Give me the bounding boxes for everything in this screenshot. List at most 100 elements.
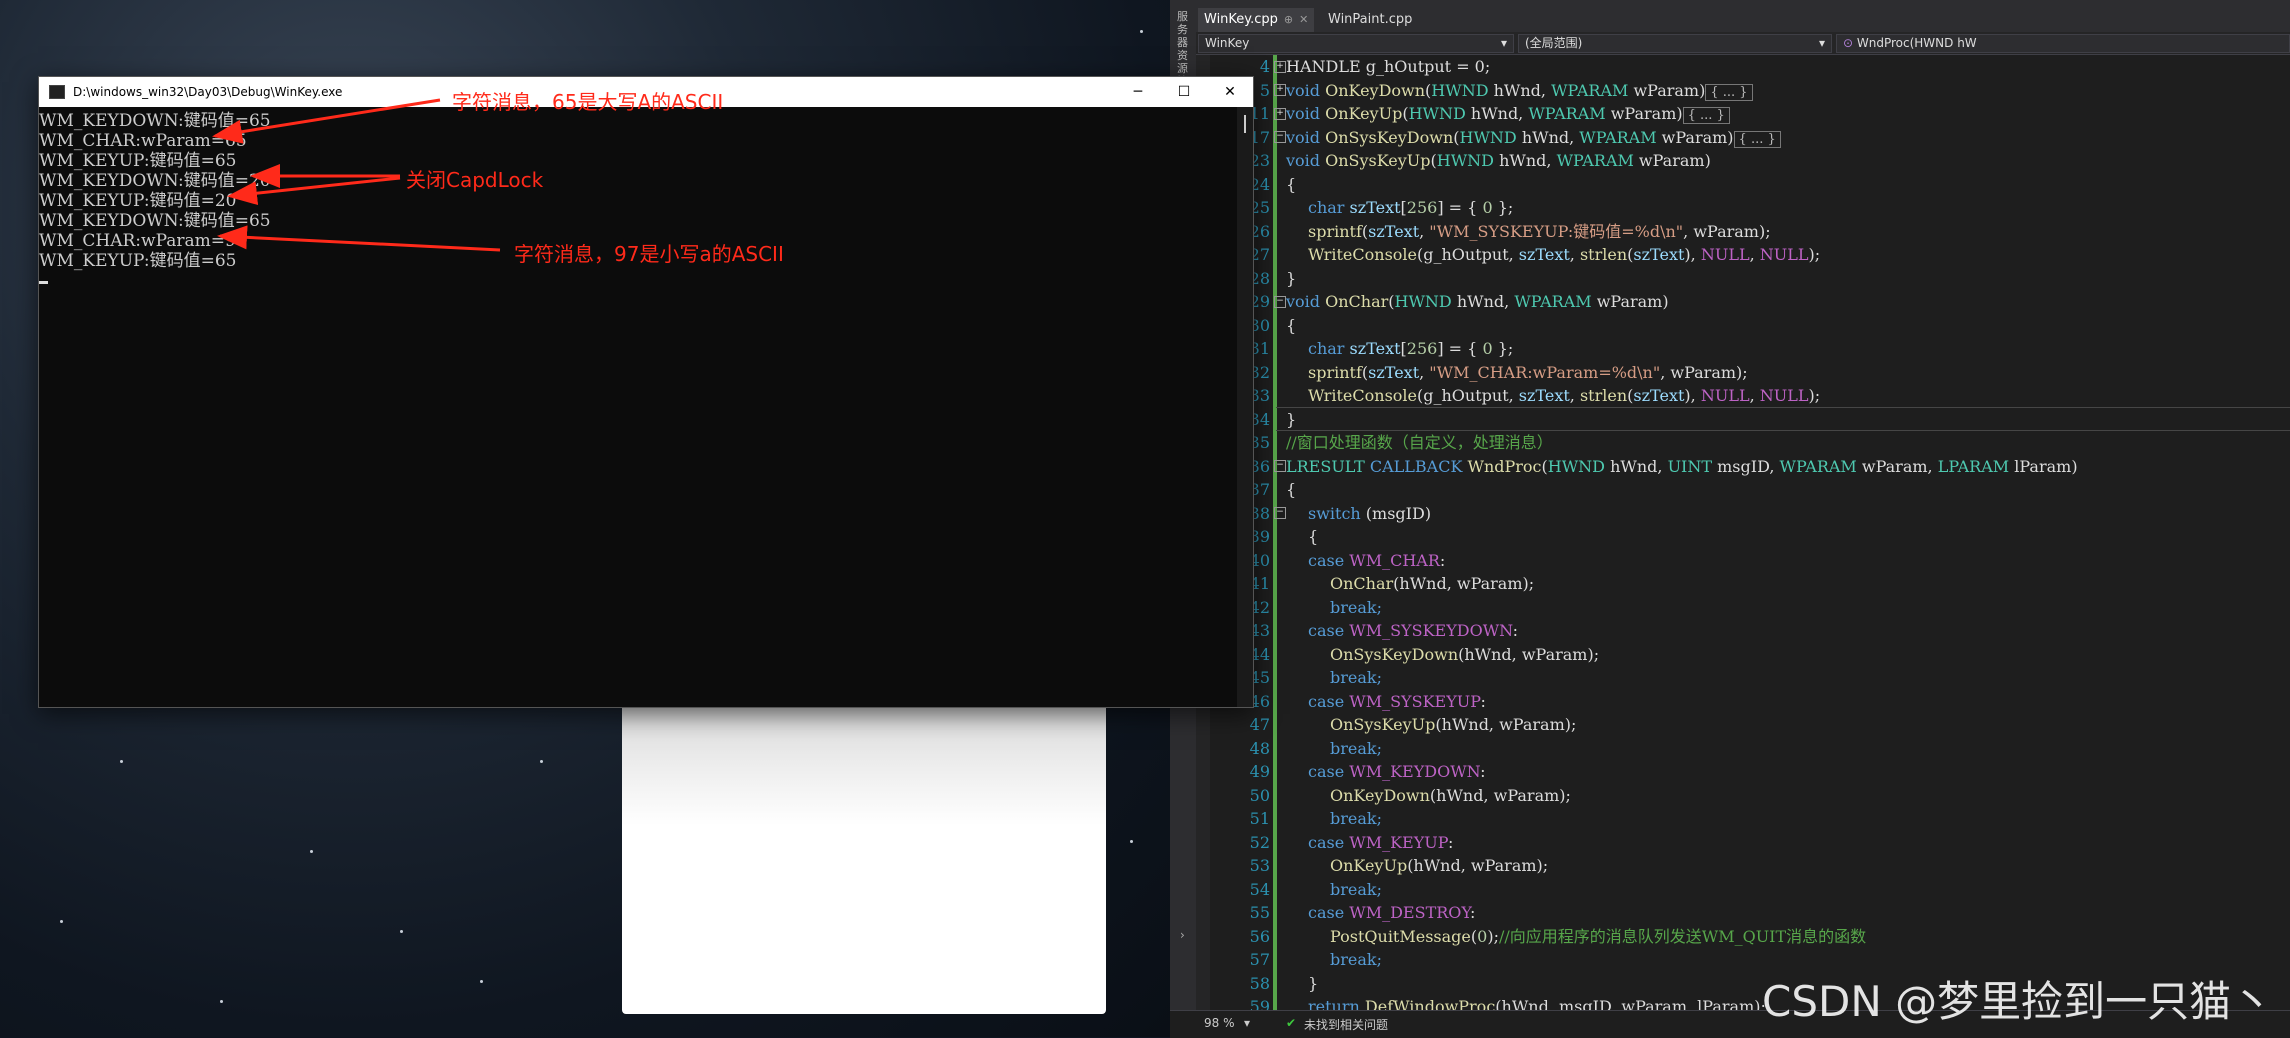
star bbox=[400, 930, 403, 933]
chevron-icon: › bbox=[1180, 928, 1185, 942]
annotation-lowercase: 字符消息，97是小写a的ASCII bbox=[514, 242, 784, 266]
collapse-icon[interactable]: − bbox=[1274, 507, 1286, 519]
code-line-23: void OnSysKeyUp(HWND hWnd, WPARAM wParam… bbox=[1286, 151, 1711, 170]
scope-dropdown[interactable]: (全局范围) ▾ bbox=[1518, 34, 1832, 53]
collapsed-block[interactable]: { ... } bbox=[1733, 130, 1781, 148]
code-area[interactable]: HANDLE g_hOutput = 0; + void OnKeyDown(H… bbox=[1273, 55, 2290, 1010]
close-button[interactable]: ✕ bbox=[1207, 77, 1253, 107]
code-line-30: { bbox=[1286, 315, 1297, 335]
code-line-4: HANDLE g_hOutput = 0; bbox=[1286, 57, 1491, 76]
console-title: D:\windows_win32\Day03\Debug\WinKey.exe bbox=[73, 85, 343, 99]
member-label: WndProc(HWND hW bbox=[1856, 36, 1977, 50]
code-line-17: void OnSysKeyDown(HWND hWnd, WPARAM wPar… bbox=[1286, 126, 1781, 150]
code-line-48: break; bbox=[1330, 738, 1382, 758]
code-line-41: OnChar(hWnd, wParam); bbox=[1330, 574, 1535, 593]
star bbox=[540, 760, 543, 763]
console-line: WM_CHAR:wParam=65 bbox=[39, 131, 247, 151]
line-number: 51 bbox=[1249, 809, 1270, 828]
code-line-35: //窗口处理函数（自定义，处理消息） bbox=[1286, 433, 1553, 452]
code-line-34: } bbox=[1286, 409, 1297, 429]
tab-label: WinPaint.cpp bbox=[1328, 12, 1413, 27]
line-number: 47 bbox=[1249, 715, 1270, 734]
code-line-29: void OnChar(HWND hWnd, WPARAM wParam) bbox=[1286, 292, 1669, 311]
code-line-57: break; bbox=[1330, 950, 1382, 969]
code-line-32: sprintf(szText, "WM_CHAR:wParam=%d\n", w… bbox=[1308, 362, 1748, 382]
console-line: WM_KEYUP:键码值=65 bbox=[39, 151, 237, 171]
tab-winkey-cpp[interactable]: WinKey.cpp ⊕ ✕ bbox=[1198, 8, 1315, 32]
collapse-icon[interactable]: − bbox=[1274, 131, 1286, 143]
navigation-bar: WinKey ▾ (全局范围) ▾ ⊙ WndProc(HWND hW bbox=[1196, 32, 2290, 55]
line-number: 54 bbox=[1249, 879, 1270, 899]
code-line-52: case WM_KEYUP: bbox=[1308, 832, 1454, 852]
project-dropdown[interactable]: WinKey ▾ bbox=[1198, 34, 1514, 53]
console-app-icon bbox=[49, 85, 65, 99]
tab-label: WinKey.cpp bbox=[1204, 12, 1278, 27]
code-line-55: case WM_DESTROY: bbox=[1308, 903, 1476, 922]
background-window bbox=[622, 700, 1106, 1014]
code-line-33: WriteConsole(g_hOutput, szText, strlen(s… bbox=[1308, 386, 1821, 405]
tab-bar: WinKey.cpp ⊕ ✕ WinPaint.cpp bbox=[1196, 0, 2290, 32]
code-line-40: case WM_CHAR: bbox=[1308, 550, 1446, 570]
project-label: WinKey bbox=[1205, 36, 1250, 50]
line-number: 56 bbox=[1249, 926, 1270, 946]
console-line: WM_KEYDOWN:键码值=65 bbox=[39, 211, 271, 231]
scope-label: (全局范围) bbox=[1525, 36, 1583, 50]
member-dropdown[interactable]: ⊙ WndProc(HWND hW bbox=[1836, 34, 2290, 53]
code-line-24: { bbox=[1286, 174, 1297, 194]
code-line-36: LRESULT CALLBACK WndProc(HWND hWnd, UINT… bbox=[1286, 456, 2078, 476]
star bbox=[60, 920, 63, 923]
maximize-button[interactable]: ☐ bbox=[1161, 77, 1207, 107]
code-line-11: void OnKeyUp(HWND hWnd, WPARAM wParam){ … bbox=[1286, 102, 1730, 126]
code-line-51: break; bbox=[1330, 809, 1382, 828]
annotation-uppercase: 字符消息，65是大写A的ASCII bbox=[452, 90, 724, 114]
code-line-54: break; bbox=[1330, 879, 1382, 899]
code-line-28: } bbox=[1286, 268, 1297, 288]
close-icon[interactable]: ✕ bbox=[1299, 13, 1308, 26]
chevron-down-icon: ▾ bbox=[1818, 36, 1825, 50]
star bbox=[220, 1000, 223, 1003]
console-window[interactable]: D:\windows_win32\Day03\Debug\WinKey.exe … bbox=[38, 76, 1254, 708]
line-number: 4 bbox=[1259, 57, 1270, 76]
code-line-50: OnKeyDown(hWnd, wParam); bbox=[1330, 785, 1571, 805]
line-number: 49 bbox=[1249, 762, 1270, 781]
collapsed-block[interactable]: { ... } bbox=[1705, 83, 1753, 101]
expand-icon[interactable]: + bbox=[1274, 61, 1286, 73]
code-line-46: case WM_SYSKEYUP: bbox=[1308, 691, 1486, 711]
console-scrollbar[interactable] bbox=[1237, 107, 1253, 707]
watermark: CSDN @梦里捡到一只猫丶 bbox=[1762, 977, 2274, 1026]
code-line-37: { bbox=[1286, 480, 1297, 499]
code-line-44: OnSysKeyDown(hWnd, wParam); bbox=[1330, 644, 1600, 664]
current-line-highlight bbox=[1276, 407, 2290, 431]
expand-icon[interactable]: + bbox=[1274, 108, 1286, 120]
annotation-capslock: 关闭CapdLock bbox=[406, 168, 544, 192]
minimize-button[interactable]: ─ bbox=[1115, 77, 1161, 107]
code-line-59: return DefWindowProc(hWnd, msgID, wParam… bbox=[1308, 997, 1766, 1010]
star bbox=[1140, 30, 1143, 33]
collapsed-block[interactable]: { ... } bbox=[1682, 107, 1730, 124]
code-editor[interactable]: 4 5 11 17 23 24 25 26 27 28 29 30 31 32 33 34 35 36 37 38 39… bbox=[1196, 55, 2290, 1016]
scrollbar-thumb[interactable] bbox=[1244, 115, 1246, 133]
line-number: 48 bbox=[1249, 738, 1270, 758]
code-line-38: switch (msgID) bbox=[1308, 503, 1432, 523]
code-line-39: { bbox=[1308, 527, 1319, 546]
line-number: 50 bbox=[1249, 785, 1270, 805]
code-line-47: OnSysKeyUp(hWnd, wParam); bbox=[1330, 715, 1577, 734]
issues-status[interactable]: 未找到相关问题 bbox=[1304, 1016, 1388, 1033]
star bbox=[310, 850, 313, 853]
pin-icon[interactable]: ⊕ bbox=[1284, 13, 1293, 26]
star bbox=[1130, 840, 1133, 843]
code-line-42: break; bbox=[1330, 597, 1382, 617]
star bbox=[120, 760, 123, 763]
collapse-icon[interactable]: − bbox=[1274, 460, 1286, 472]
code-line-58: } bbox=[1308, 973, 1319, 993]
check-circle-icon: ✔ bbox=[1286, 1016, 1297, 1030]
tab-winpaint-cpp[interactable]: WinPaint.cpp bbox=[1322, 8, 1418, 32]
zoom-level[interactable]: 98 % bbox=[1204, 1016, 1235, 1030]
console-cursor bbox=[39, 281, 48, 284]
code-line-49: case WM_KEYDOWN: bbox=[1308, 762, 1486, 781]
expand-icon[interactable]: + bbox=[1274, 84, 1286, 96]
line-number: 53 bbox=[1249, 856, 1270, 875]
change-indicator bbox=[1273, 55, 1277, 1010]
code-line-31: char szText[256] = { 0 }; bbox=[1308, 339, 1514, 358]
collapse-icon[interactable]: − bbox=[1274, 296, 1286, 308]
